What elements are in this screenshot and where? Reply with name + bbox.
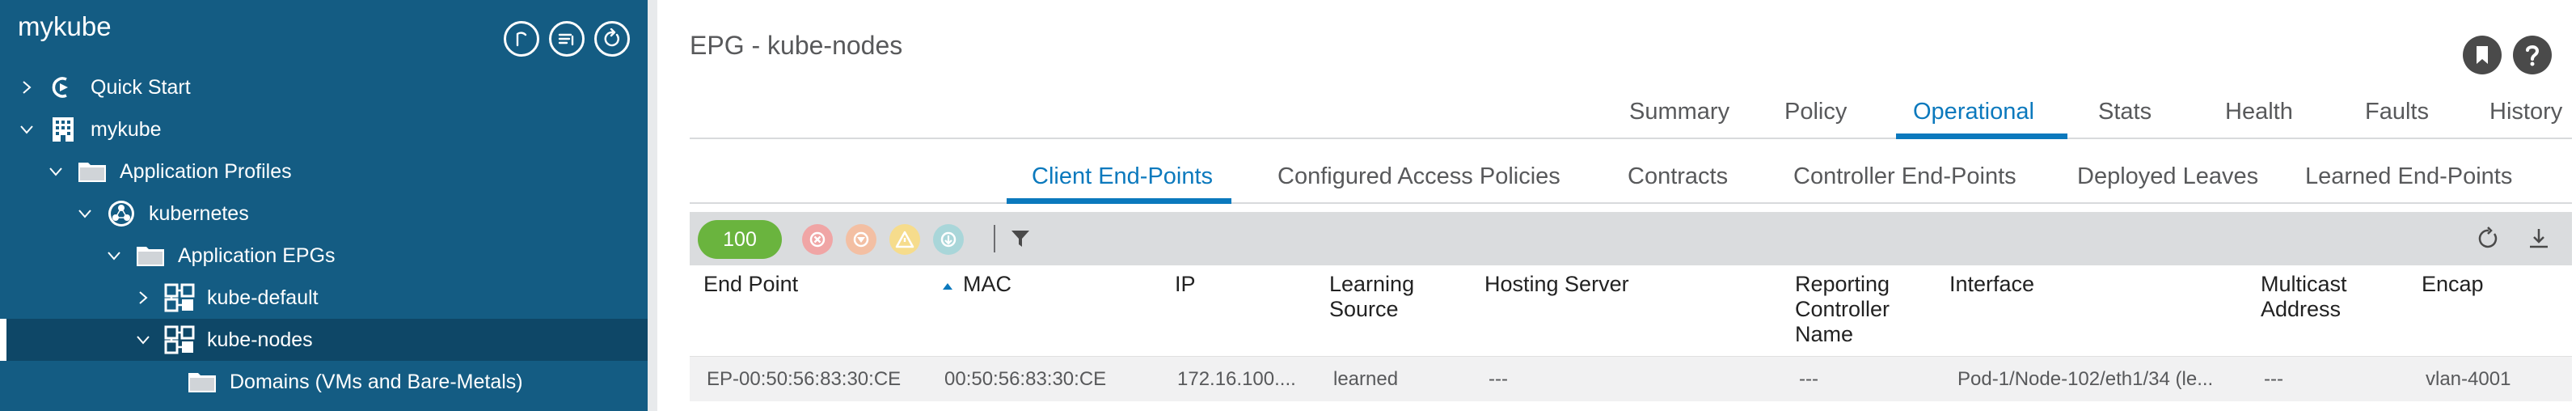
folder-icon xyxy=(76,157,108,186)
filter-icon[interactable] xyxy=(1010,228,1031,253)
chevron-right-icon[interactable] xyxy=(134,289,152,307)
tree-item-label: Quick Start xyxy=(91,75,191,99)
app-profile-icon xyxy=(105,199,137,228)
tab-health[interactable]: Health xyxy=(2225,99,2293,125)
download-icon[interactable] xyxy=(2527,227,2551,255)
count-badge[interactable]: 100 xyxy=(698,220,782,259)
sidebar-actions xyxy=(504,21,630,57)
tree-item-kube-default[interactable]: kube-default xyxy=(0,277,648,319)
tab-faults[interactable]: Faults xyxy=(2365,99,2429,125)
tree-item-label: Application EPGs xyxy=(178,244,336,267)
refresh-icon[interactable] xyxy=(594,21,630,57)
subtab-learned-end-points[interactable]: Learned End-Points xyxy=(2305,163,2512,190)
tree-item-application-epgs[interactable]: Application EPGs xyxy=(0,235,648,277)
page-title: EPG - kube-nodes xyxy=(690,31,903,60)
tree-item-application-profiles[interactable]: Application Profiles xyxy=(0,150,648,193)
chevron-right-icon[interactable] xyxy=(18,78,36,96)
main-content: EPG - kube-nodes Summary Policy Operatio… xyxy=(657,0,2576,411)
quick-start-icon xyxy=(47,73,79,102)
cell-interface: Pod-1/Node-102/eth1/34 (le... xyxy=(1957,368,2214,390)
cell-end-point: EP-00:50:56:83:30:CE xyxy=(707,368,902,390)
tab-policy[interactable]: Policy xyxy=(1784,99,1847,125)
cell-mac: 00:50:56:83:30:CE xyxy=(944,368,1107,390)
chevron-down-icon[interactable] xyxy=(47,163,65,180)
tenant-icon xyxy=(47,115,79,144)
column-header-encap[interactable]: Encap xyxy=(2422,272,2484,297)
tab-summary[interactable]: Summary xyxy=(1629,99,1729,125)
folder-icon xyxy=(134,241,167,270)
cell-ip: 172.16.100.... xyxy=(1177,368,1296,390)
tree-item-kubernetes[interactable]: kubernetes xyxy=(0,193,648,235)
minor-icon[interactable] xyxy=(889,224,920,255)
column-header-learning-source[interactable]: Learning Source xyxy=(1329,272,1451,322)
refresh-icon[interactable] xyxy=(2477,227,2501,255)
cell-learning-source: learned xyxy=(1333,368,1399,390)
cell-hosting-server: --- xyxy=(1489,368,1508,390)
tree-item-label: Domains (VMs and Bare-Metals) xyxy=(230,370,523,393)
tab-history[interactable]: History xyxy=(2489,99,2562,125)
warning-icon[interactable] xyxy=(933,224,964,255)
tree-item-label: kubernetes xyxy=(149,201,249,225)
tree-item-kube-nodes[interactable]: kube-nodes xyxy=(0,319,648,361)
list-icon[interactable] xyxy=(549,21,585,57)
table-row[interactable]: EP-00:50:56:83:30:CE 00:50:56:83:30:CE 1… xyxy=(690,356,2572,401)
tab-stats[interactable]: Stats xyxy=(2098,99,2152,125)
epg-icon xyxy=(163,283,196,312)
cell-encap: vlan-4001 xyxy=(2426,368,2511,390)
chevron-down-icon[interactable] xyxy=(18,121,36,138)
cell-reporting-controller: --- xyxy=(1799,368,1818,390)
active-subtab-indicator xyxy=(1007,198,1231,204)
tab-operational[interactable]: Operational xyxy=(1913,99,2034,125)
tree-item-label: kube-default xyxy=(207,286,319,309)
column-header-reporting-controller-name[interactable]: Reporting Controller Name xyxy=(1795,272,1932,347)
chevron-down-icon[interactable] xyxy=(134,331,152,349)
bookmark-icon[interactable] xyxy=(2463,36,2502,74)
major-icon[interactable] xyxy=(846,224,876,255)
help-icon[interactable] xyxy=(2513,36,2552,74)
column-header-mac[interactable]: MAC xyxy=(963,272,1011,297)
tree-item-label: Application Profiles xyxy=(120,159,292,183)
toolbar-separator xyxy=(994,225,995,252)
chevron-down-icon[interactable] xyxy=(76,205,94,222)
subtab-controller-end-points[interactable]: Controller End-Points xyxy=(1793,163,2016,190)
main-tabs: Summary Policy Operational Stats Health … xyxy=(690,91,2572,139)
navigation-sidebar: mykube Quick Start mykube Application Pr… xyxy=(0,0,648,411)
tree-item-label: mykube xyxy=(91,117,162,141)
subtab-client-end-points[interactable]: Client End-Points xyxy=(1032,163,1213,190)
table-toolbar: 100 xyxy=(690,212,2572,265)
chevron-down-icon[interactable] xyxy=(105,247,123,265)
folder-icon xyxy=(186,367,218,396)
cell-multicast-address: --- xyxy=(2264,368,2283,390)
header-actions xyxy=(2463,36,2552,74)
subtab-contracts[interactable]: Contracts xyxy=(1628,163,1728,190)
subtab-configured-access-policies[interactable]: Configured Access Policies xyxy=(1277,163,1560,190)
critical-icon[interactable] xyxy=(802,224,833,255)
tree-item-domains[interactable]: Domains (VMs and Bare-Metals) xyxy=(0,361,648,403)
tree-item-quick-start[interactable]: Quick Start xyxy=(0,66,648,108)
epg-icon xyxy=(163,325,196,354)
column-header-multicast-address[interactable]: Multicast Address xyxy=(2261,272,2382,322)
sidebar-title: mykube xyxy=(18,11,112,41)
sub-tabs: Client End-Points Configured Access Poli… xyxy=(690,155,2572,204)
app-root: mykube Quick Start mykube Application Pr… xyxy=(0,0,2576,411)
pin-icon[interactable] xyxy=(504,21,539,57)
active-tab-indicator xyxy=(1896,133,2067,139)
column-header-hosting-server[interactable]: Hosting Server xyxy=(1484,272,1629,297)
tree-item-label: kube-nodes xyxy=(207,328,313,351)
column-header-end-point[interactable]: End Point xyxy=(703,272,798,297)
tree-item-mykube[interactable]: mykube xyxy=(0,108,648,150)
column-header-interface[interactable]: Interface xyxy=(1949,272,2034,297)
sort-ascending-icon[interactable] xyxy=(942,280,953,294)
pane-divider[interactable] xyxy=(648,0,657,411)
subtab-deployed-leaves[interactable]: Deployed Leaves xyxy=(2077,163,2258,190)
column-header-ip[interactable]: IP xyxy=(1175,272,1196,297)
